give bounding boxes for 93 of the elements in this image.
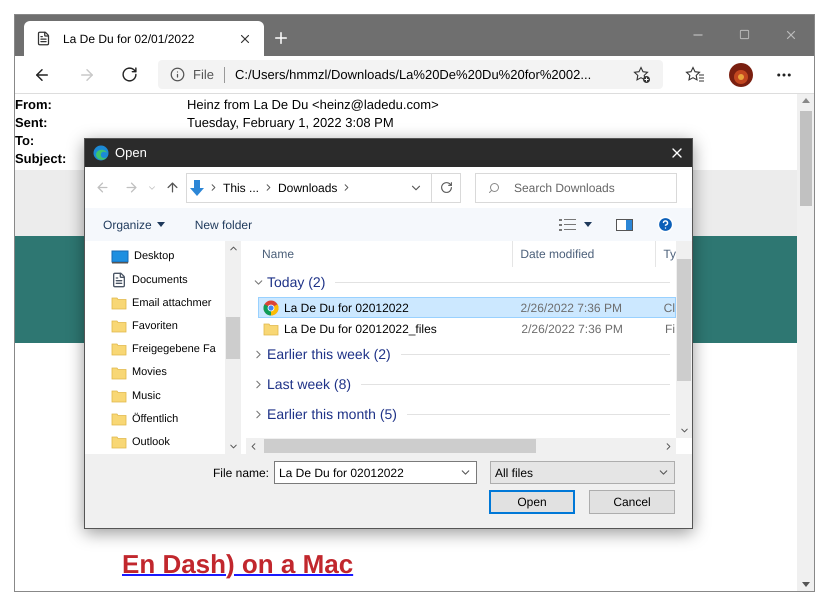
view-list-icon[interactable] (559, 218, 576, 230)
desktop-icon (111, 250, 129, 264)
help-icon[interactable] (657, 216, 674, 233)
scroll-thumb[interactable] (264, 439, 536, 453)
file-name-field[interactable]: La De Du for 02012022 (274, 461, 477, 484)
scroll-thumb[interactable] (226, 316, 240, 358)
group-header[interactable]: Earlier this month (5) (246, 399, 676, 429)
group-header[interactable]: Last week (8) (246, 369, 676, 399)
folder-icon (263, 320, 279, 336)
folder-icon (111, 318, 127, 334)
url-text: C:/Users/hmmzl/Downloads/La%20De%20Du%20for%2002... (234, 66, 592, 84)
header-value: Heinz from La De Du <heinz@ladedu.com> (187, 96, 439, 114)
folder-icon (111, 341, 127, 358)
header-label: To: (15, 133, 34, 148)
caret-icon[interactable] (584, 222, 592, 227)
preview-pane-icon[interactable] (616, 218, 633, 230)
nav-item[interactable]: Outlook (111, 430, 225, 454)
search-field[interactable]: Search Downloads (475, 172, 677, 202)
nav-item[interactable]: Desktop (111, 245, 225, 268)
scroll-up-icon[interactable] (802, 98, 810, 103)
nav-item[interactable]: Movies (111, 361, 225, 384)
file-row[interactable]: La De Du for 02012022_files 2/26/2022 7:36 PM Fi (258, 318, 676, 339)
up-icon[interactable] (165, 180, 180, 195)
reload-icon[interactable] (121, 66, 138, 83)
scrollbar[interactable] (676, 241, 692, 438)
file-type-dropdown[interactable]: All files (490, 461, 675, 484)
header-label: From: (15, 97, 52, 112)
scrollbar[interactable] (246, 438, 676, 454)
nav-item[interactable]: Öffentlich (111, 408, 225, 431)
nav-item[interactable]: Email attachmer (111, 291, 225, 315)
group-header[interactable]: Earlier this week (2) (246, 339, 676, 369)
new-folder-button[interactable]: New folder (194, 216, 252, 234)
file-row[interactable]: La De Du for 02012022 2/26/2022 7:36 PM Cl (258, 297, 676, 318)
header-label: Subject: (15, 151, 66, 166)
info-icon[interactable] (170, 67, 185, 82)
page-icon (36, 31, 51, 46)
caret-icon (156, 222, 165, 227)
dialog-button[interactable]: Cancel (589, 490, 675, 514)
group-label: Earlier this week (2) (267, 344, 391, 364)
file-type: Fi (664, 320, 675, 338)
organize-button[interactable]: Organize (103, 216, 165, 234)
scroll-down-icon[interactable] (802, 582, 810, 587)
breadcrumb-item[interactable]: Downloads (278, 178, 338, 196)
file-name-label: File name: (212, 464, 269, 482)
dialog-title: Open (115, 144, 147, 162)
nav-item[interactable]: Favoriten (111, 314, 225, 338)
folder-icon (111, 434, 127, 450)
search-icon (488, 182, 500, 194)
scrollbar[interactable] (225, 241, 241, 454)
breadcrumb-item[interactable]: This ... (223, 178, 260, 196)
address-field[interactable]: File C:/Users/hmmzl/Downloads/La%20De%20Du%20for%2002... (158, 60, 663, 89)
group-label: Today (2) (267, 272, 326, 292)
favorites-icon[interactable] (685, 66, 705, 84)
nav-item[interactable]: Freigegebene Fa (111, 338, 225, 362)
maximize-icon[interactable] (739, 29, 750, 40)
nav-item[interactable]: Music (111, 384, 225, 408)
group-label: Earlier this month (5) (267, 404, 397, 424)
dialog-button[interactable]: Open (489, 490, 575, 514)
file-date: 2/26/2022 7:36 PM (520, 300, 623, 316)
address-field[interactable]: This ... Downloads (186, 172, 461, 202)
browser-tab[interactable]: La De Du for 02/01/2022 (24, 21, 264, 56)
scheme-label: File (193, 66, 214, 84)
column-header[interactable]: Name (246, 245, 512, 263)
scroll-thumb[interactable] (677, 259, 691, 381)
folder-icon (111, 295, 127, 312)
refresh-icon[interactable] (440, 181, 452, 194)
browser-logo-icon (93, 145, 109, 161)
file-type: Cl (662, 300, 675, 316)
folder-icon (111, 411, 127, 428)
nav-item[interactable]: Documents (111, 268, 225, 292)
folder-icon (111, 388, 127, 404)
headline-link[interactable]: En Dash) on a Mac (122, 547, 797, 581)
group-label: Last week (8) (267, 374, 352, 394)
folder-icon (111, 364, 127, 381)
group-header[interactable]: Today (2) (246, 267, 676, 297)
close-icon[interactable] (784, 28, 798, 42)
scrollbar[interactable] (797, 94, 814, 591)
header-value: Tuesday, February 1, 2022 3:08 PM (187, 114, 394, 132)
file-name-input[interactable]: La De Du for 02012022 (279, 464, 459, 482)
file-date: 2/26/2022 7:36 PM (520, 320, 624, 338)
column-header[interactable]: Date modified (512, 241, 656, 267)
tab-title: La De Du for 02/01/2022 (63, 30, 194, 48)
avatar[interactable] (729, 62, 753, 86)
header-label: Sent: (15, 115, 48, 130)
scroll-thumb[interactable] (800, 111, 812, 206)
document-icon (111, 272, 127, 288)
add-favorite-icon[interactable] (633, 66, 651, 84)
search-input[interactable]: Search Downloads (514, 178, 664, 196)
file-name: La De Du for 02012022 (284, 300, 409, 316)
file-name: La De Du for 02012022_files (284, 320, 437, 338)
browser-logo-icon (263, 300, 279, 316)
new-tab-icon[interactable] (272, 29, 290, 47)
download-arrow-icon (190, 180, 204, 196)
